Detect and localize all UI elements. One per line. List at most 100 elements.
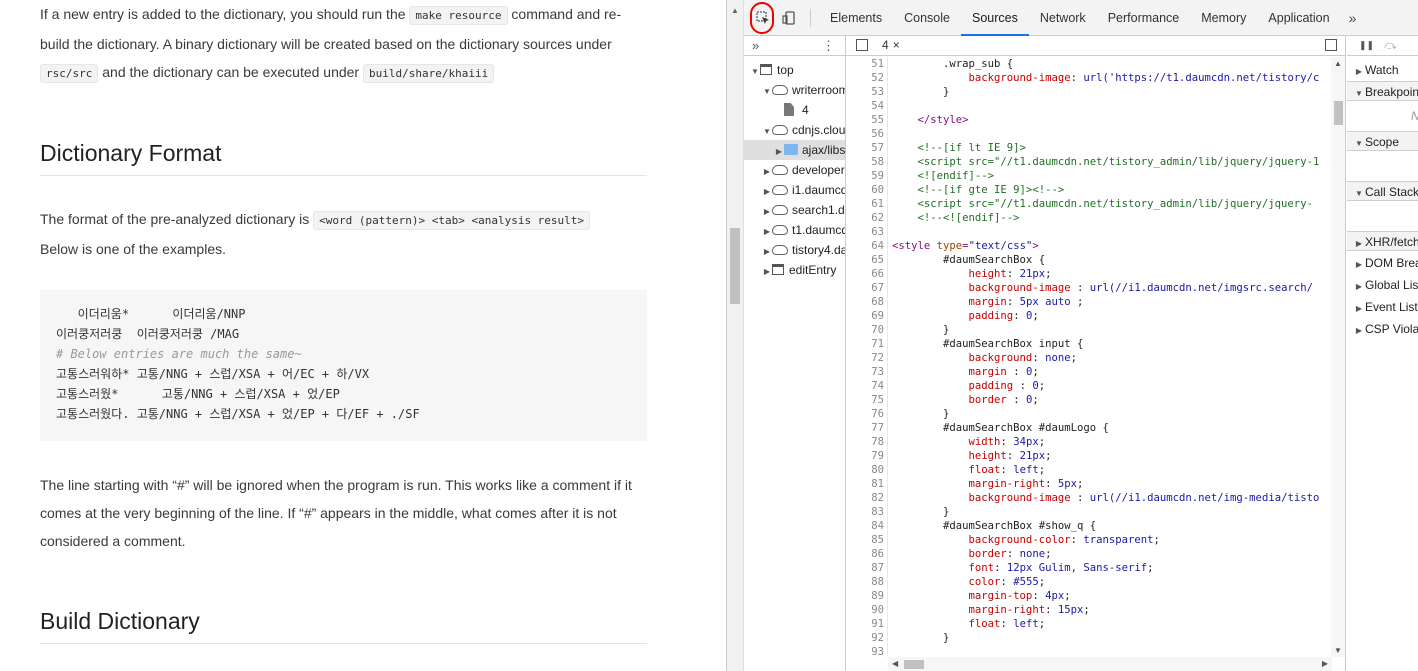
expand-arrow-icon[interactable]: ▶ <box>762 202 772 222</box>
line-number[interactable]: 62 <box>846 211 884 225</box>
expand-arrow-icon[interactable]: ▶ <box>774 142 784 162</box>
editor-tab-file[interactable]: 4 × <box>882 38 900 52</box>
scroll-left-arrow-icon[interactable]: ◀ <box>892 659 898 668</box>
xhr-breakpoints-section[interactable]: ▶XHR/fetch Breakpoints <box>1347 231 1418 251</box>
pause-icon[interactable]: ❚❚ <box>1359 40 1374 51</box>
editor-horizontal-scrollbar[interactable]: ◀ ▶ <box>888 657 1332 671</box>
line-number[interactable]: 64 <box>846 239 884 253</box>
line-number[interactable]: 79 <box>846 449 884 463</box>
line-number[interactable]: 91 <box>846 617 884 631</box>
line-number[interactable]: 60 <box>846 183 884 197</box>
tab-network[interactable]: Network <box>1029 0 1097 36</box>
scope-section[interactable]: ▼ Scope <box>1347 131 1418 151</box>
line-number[interactable]: 77 <box>846 421 884 435</box>
line-number[interactable]: 66 <box>846 267 884 281</box>
line-number[interactable]: 85 <box>846 533 884 547</box>
line-number[interactable]: 70 <box>846 323 884 337</box>
tab-sources[interactable]: Sources <box>960 0 1029 36</box>
line-number[interactable]: 93 <box>846 645 884 657</box>
step-over-icon[interactable]: ⤼ <box>1384 38 1397 53</box>
line-number[interactable]: 81 <box>846 477 884 491</box>
tree-item[interactable]: ▼ cdnjs.cloudflare <box>744 120 845 142</box>
line-number[interactable]: 71 <box>846 337 884 351</box>
tab-elements[interactable]: Elements <box>819 0 893 36</box>
line-number[interactable]: 54 <box>846 99 884 113</box>
expand-arrow-icon[interactable]: ▶ <box>762 162 772 182</box>
line-number[interactable]: 89 <box>846 589 884 603</box>
line-number[interactable]: 51 <box>846 57 884 71</box>
tree-item[interactable]: ▶ ajax/libs <box>744 140 845 162</box>
collapse-arrow-icon[interactable]: ▼ <box>762 82 772 102</box>
expand-arrow-icon[interactable]: ▶ <box>762 182 772 202</box>
source-code[interactable]: 51 .wrap_sub {52 background-image: url('… <box>846 57 1332 657</box>
tree-item[interactable]: 4 <box>744 100 845 120</box>
close-icon[interactable]: × <box>893 38 900 52</box>
scrollbar-thumb[interactable] <box>1334 101 1343 125</box>
line-number[interactable]: 55 <box>846 113 884 127</box>
expand-arrow-icon[interactable]: ▶ <box>762 242 772 262</box>
line-number[interactable]: 73 <box>846 365 884 379</box>
line-number[interactable]: 76 <box>846 407 884 421</box>
tree-item[interactable]: ▶ developers <box>744 160 845 182</box>
line-number[interactable]: 69 <box>846 309 884 323</box>
device-toolbar-icon[interactable] <box>776 5 802 31</box>
line-number[interactable]: 72 <box>846 351 884 365</box>
line-number[interactable]: 63 <box>846 225 884 239</box>
line-number[interactable]: 75 <box>846 393 884 407</box>
tree-item[interactable]: ▶ t1.daumcdn <box>744 220 845 242</box>
navigator-menu-icon[interactable]: ⋮ <box>822 38 835 54</box>
editor-vertical-scrollbar[interactable]: ▲ ▼ <box>1331 57 1345 657</box>
line-number[interactable]: 57 <box>846 141 884 155</box>
tab-console[interactable]: Console <box>893 0 961 36</box>
line-number[interactable]: 68 <box>846 295 884 309</box>
line-number[interactable]: 78 <box>846 435 884 449</box>
more-tabs-button[interactable]: » <box>1341 10 1365 26</box>
line-number[interactable]: 65 <box>846 253 884 267</box>
line-number[interactable]: 87 <box>846 561 884 575</box>
watch-section[interactable]: ▶ Watch <box>1347 60 1418 80</box>
scrollbar-thumb[interactable] <box>904 660 924 669</box>
line-number[interactable]: 83 <box>846 505 884 519</box>
toggle-debugger-icon[interactable] <box>1325 39 1337 51</box>
scrollbar-thumb[interactable] <box>730 228 740 304</box>
tab-performance[interactable]: Performance <box>1097 0 1191 36</box>
inspect-element-button[interactable] <box>750 1 776 34</box>
page-scrollbar[interactable]: ▲ <box>727 0 744 671</box>
breakpoints-section[interactable]: ▼Breakpoints <box>1347 81 1418 101</box>
line-number[interactable]: 82 <box>846 491 884 505</box>
tree-item[interactable]: ▶ tistory4.daum <box>744 240 845 262</box>
expand-arrow-icon[interactable]: ▶ <box>762 222 772 242</box>
line-number[interactable]: 92 <box>846 631 884 645</box>
tree-item[interactable]: ▼ top <box>744 60 845 82</box>
collapse-arrow-icon[interactable]: ▼ <box>750 62 760 82</box>
csp-violation-breakpoints-section[interactable]: ▶CSP Violation Breakpoints <box>1347 319 1418 339</box>
collapse-arrow-icon[interactable]: ▼ <box>762 122 772 142</box>
scroll-up-arrow-icon[interactable]: ▲ <box>1334 59 1342 68</box>
line-number[interactable]: 59 <box>846 169 884 183</box>
line-number[interactable]: 56 <box>846 127 884 141</box>
tree-item[interactable]: ▼ writerroom <box>744 80 845 102</box>
tree-item[interactable]: ▶ search1.daum <box>744 200 845 222</box>
line-number[interactable]: 52 <box>846 71 884 85</box>
line-number[interactable]: 61 <box>846 197 884 211</box>
tree-item[interactable]: ▶ i1.daumcdn <box>744 180 845 202</box>
call-stack-section[interactable]: ▼ Call Stack <box>1347 181 1418 201</box>
line-number[interactable]: 80 <box>846 463 884 477</box>
toggle-navigator-icon[interactable] <box>856 39 868 51</box>
line-number[interactable]: 67 <box>846 281 884 295</box>
scroll-up-arrow-icon[interactable]: ▲ <box>731 6 739 15</box>
line-number[interactable]: 86 <box>846 547 884 561</box>
tab-memory[interactable]: Memory <box>1190 0 1257 36</box>
scroll-right-arrow-icon[interactable]: ▶ <box>1322 659 1328 668</box>
line-number[interactable]: 84 <box>846 519 884 533</box>
expand-arrow-icon[interactable]: ▶ <box>762 262 772 282</box>
line-number[interactable]: 58 <box>846 155 884 169</box>
tree-item[interactable]: ▶ editEntry <box>744 260 845 282</box>
line-number[interactable]: 90 <box>846 603 884 617</box>
dom-breakpoints-section[interactable]: ▶DOM Breakpoints <box>1347 253 1418 273</box>
line-number[interactable]: 53 <box>846 85 884 99</box>
global-listeners-section[interactable]: ▶Global Listeners <box>1347 275 1418 295</box>
scroll-down-arrow-icon[interactable]: ▼ <box>1334 646 1342 655</box>
line-number[interactable]: 88 <box>846 575 884 589</box>
event-listener-breakpoints-section[interactable]: ▶Event Listener Breakpoints <box>1347 297 1418 317</box>
